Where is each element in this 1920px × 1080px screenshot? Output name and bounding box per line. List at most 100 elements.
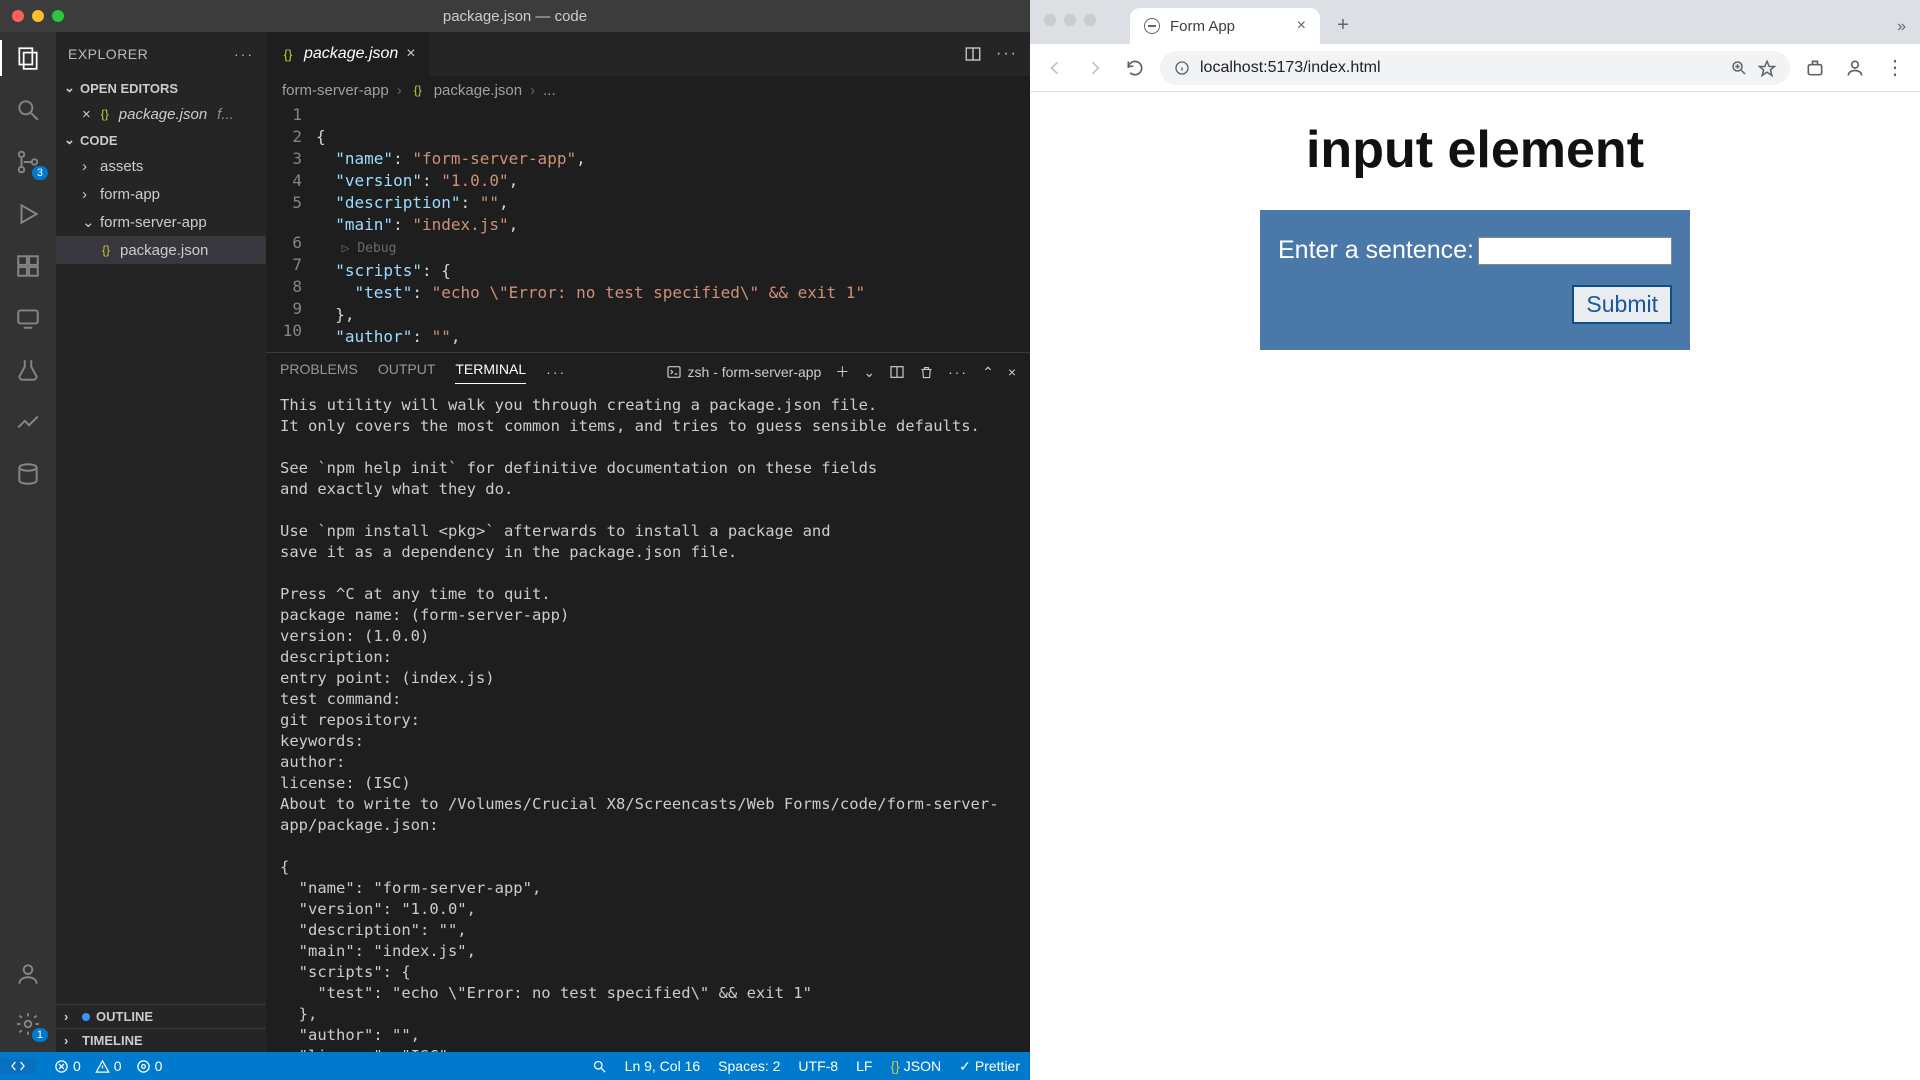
chrome-expand-icon[interactable]: » [1897, 18, 1906, 36]
site-info-icon[interactable] [1174, 60, 1190, 76]
maximize-panel-icon[interactable]: ⌃ [982, 364, 994, 381]
settings-badge: 1 [32, 1028, 48, 1042]
close-tab-icon[interactable]: × [1297, 17, 1306, 35]
open-editor-path-hint: f... [217, 106, 234, 123]
folder-form-server-app[interactable]: ⌄ form-server-app [56, 208, 266, 236]
ports-indicator[interactable]: 0 [136, 1058, 163, 1074]
search-activity-icon[interactable] [14, 96, 42, 124]
settings-activity-icon[interactable]: 1 [14, 1010, 42, 1038]
folder-assets[interactable]: › assets [56, 152, 266, 180]
more-icon[interactable]: ··· [996, 45, 1018, 63]
folder-label: form-server-app [100, 214, 207, 231]
breadcrumb[interactable]: form-server-app › {} package.json › ... [266, 76, 1030, 104]
code-text[interactable]: { "name": "form-server-app", "version": … [316, 104, 1030, 352]
tab-title: package.json [304, 45, 398, 63]
graph-activity-icon[interactable] [14, 408, 42, 436]
extensions-icon[interactable] [1800, 53, 1830, 83]
breadcrumb-file[interactable]: package.json [434, 82, 522, 99]
account-activity-icon[interactable] [14, 960, 42, 988]
zoom-window-icon[interactable] [1084, 14, 1096, 26]
close-window-icon[interactable] [1044, 14, 1056, 26]
split-editor-icon[interactable] [964, 45, 982, 63]
new-tab-button[interactable]: + [1328, 10, 1358, 40]
explorer-activity-icon[interactable] [14, 44, 42, 72]
profile-icon[interactable] [1840, 53, 1870, 83]
editor-tab-package-json[interactable]: {} package.json × [266, 32, 431, 76]
status-language[interactable]: {}JSON [890, 1058, 941, 1074]
warnings-indicator[interactable]: 0 [95, 1058, 122, 1074]
file-label: package.json [120, 242, 208, 259]
terminal-output: This utility will walk you through creat… [280, 396, 999, 1052]
address-bar[interactable]: localhost:5173/index.html [1160, 51, 1790, 85]
panel-tab-output[interactable]: OUTPUT [378, 361, 436, 383]
form-row: Enter a sentence: [1278, 236, 1672, 265]
chevron-right-icon: › [64, 1033, 76, 1048]
folder-label: assets [100, 158, 143, 175]
status-search-icon[interactable] [592, 1059, 607, 1074]
status-bar: 0 0 0 Ln 9, Col 16 Spaces: 2 UTF-8 LF {}… [0, 1052, 1030, 1080]
open-editors-section[interactable]: ⌄ OPEN EDITORS [56, 76, 266, 100]
errors-indicator[interactable]: 0 [54, 1058, 81, 1074]
kill-terminal-icon[interactable] [919, 365, 934, 380]
minimize-window-icon[interactable] [1064, 14, 1076, 26]
run-debug-activity-icon[interactable] [14, 200, 42, 228]
split-terminal-icon[interactable] [889, 364, 905, 380]
json-file-icon: {} [97, 106, 113, 122]
zoom-indicator-icon[interactable] [1730, 59, 1748, 77]
terminal-dropdown-icon[interactable]: ⌄ [863, 364, 875, 381]
status-cursor-position[interactable]: Ln 9, Col 16 [625, 1058, 701, 1074]
remote-activity-icon[interactable] [14, 304, 42, 332]
sentence-input[interactable] [1478, 237, 1672, 265]
close-tab-icon[interactable]: × [406, 45, 415, 63]
workspace-section[interactable]: ⌄ CODE [56, 128, 266, 152]
status-indentation[interactable]: Spaces: 2 [718, 1058, 780, 1074]
folder-label: form-app [100, 186, 160, 203]
submit-button[interactable]: Submit [1572, 285, 1672, 324]
url-text: localhost:5173/index.html [1200, 59, 1381, 77]
status-eol[interactable]: LF [856, 1058, 872, 1074]
file-package-json[interactable]: {} package.json [56, 236, 266, 264]
scm-badge: 3 [32, 166, 48, 180]
timeline-section[interactable]: › TIMELINE [56, 1028, 266, 1052]
source-control-activity-icon[interactable]: 3 [14, 148, 42, 176]
timeline-label: TIMELINE [82, 1033, 143, 1048]
chrome-window: Form App × + » localhost:5173/index.html [1030, 0, 1920, 1080]
workspace-label: CODE [80, 133, 118, 148]
testing-activity-icon[interactable] [14, 356, 42, 384]
explorer-title: EXPLORER [68, 46, 148, 62]
more-icon[interactable]: ··· [546, 364, 566, 380]
chrome-menu-icon[interactable]: ⋮ [1880, 53, 1910, 83]
code-editor[interactable]: 1 2 3 4 5 6 7 8 9 10 { "name": "form-ser… [266, 104, 1030, 352]
db-activity-icon[interactable] [14, 460, 42, 488]
more-icon[interactable]: ··· [234, 46, 254, 62]
back-button[interactable] [1040, 53, 1070, 83]
outline-section[interactable]: › OUTLINE [56, 1004, 266, 1028]
window-title: package.json — code [0, 8, 1030, 25]
close-icon[interactable]: × [82, 106, 91, 123]
globe-favicon-icon [1144, 18, 1160, 34]
remote-indicator[interactable] [0, 1058, 36, 1074]
breadcrumb-tail[interactable]: ... [543, 82, 556, 99]
bookmark-star-icon[interactable] [1758, 59, 1776, 77]
status-prettier[interactable]: ✓ Prettier [959, 1058, 1020, 1075]
window-traffic-lights[interactable] [1044, 14, 1096, 26]
bottom-panel: PROBLEMS OUTPUT TERMINAL ··· zsh - form-… [266, 352, 1030, 1052]
new-terminal-icon[interactable]: ＋ [835, 362, 849, 382]
extensions-activity-icon[interactable] [14, 252, 42, 280]
open-editor-item[interactable]: × {} package.json f... [56, 100, 266, 128]
breadcrumb-folder[interactable]: form-server-app [282, 82, 389, 99]
status-encoding[interactable]: UTF-8 [798, 1058, 838, 1074]
reload-button[interactable] [1120, 53, 1150, 83]
chevron-right-icon: › [82, 158, 94, 175]
folder-form-app[interactable]: › form-app [56, 180, 266, 208]
json-file-icon: {} [98, 242, 114, 258]
close-panel-icon[interactable]: × [1008, 364, 1016, 380]
forward-button[interactable] [1080, 53, 1110, 83]
terminal-shell-label: zsh - form-server-app [688, 364, 822, 380]
terminal-shell-icon[interactable]: zsh - form-server-app [666, 364, 822, 380]
browser-tab[interactable]: Form App × [1130, 8, 1320, 44]
more-icon[interactable]: ··· [948, 364, 968, 380]
panel-tab-terminal[interactable]: TERMINAL [455, 361, 526, 384]
panel-tab-problems[interactable]: PROBLEMS [280, 361, 358, 383]
terminal[interactable]: This utility will walk you through creat… [266, 391, 1030, 1052]
